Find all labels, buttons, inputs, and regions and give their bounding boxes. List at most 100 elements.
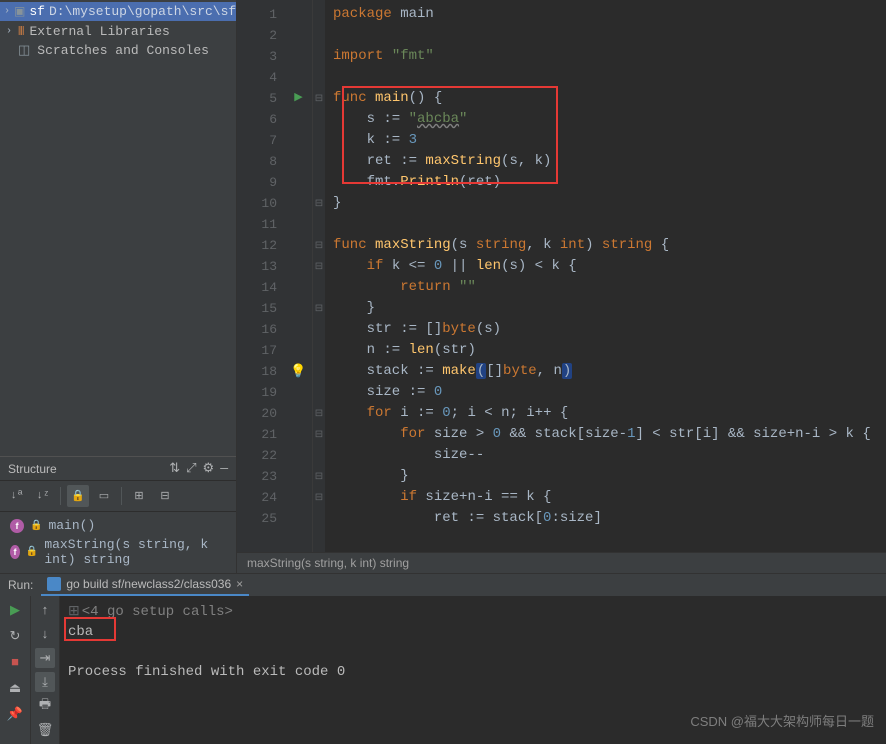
function-icon: f [10,545,20,559]
editor-panel: 1234567891011121314151617181920212223242… [237,0,886,573]
code-line[interactable]: n := len(str) [333,340,886,361]
external-libraries[interactable]: › External Libraries [0,21,236,41]
print-button[interactable]: 🖶 [35,696,55,716]
console-line: ⊞<4 go setup calls> [68,602,878,622]
watermark: CSDN @福大大架构师每日一题 [690,711,874,730]
code-line[interactable]: ret := maxString(s, k) [333,151,886,172]
close-icon[interactable]: × [236,577,243,591]
code-line[interactable]: ret := stack[0:size] [333,508,886,529]
code-line[interactable]: stack := make([]byte, n) [333,361,886,382]
code-line[interactable]: } [333,193,886,214]
fold-icon[interactable]: ⊟ [313,235,325,256]
struct-label: main() [48,518,95,533]
run-toolbar-left: ▶ ↻ ■ ⏏ 📌 [0,596,30,744]
code-line[interactable]: s := "abcba" [333,109,886,130]
console-line: cba [68,622,878,642]
code-line[interactable]: func maxString(s string, k int) string { [333,235,886,256]
run-gutter-icon[interactable]: ▶ [294,88,302,109]
project-tree[interactable]: › ▣ sf D:\mysetup\gopath\src\sf › Extern… [0,0,236,62]
code-line[interactable]: for size > 0 && stack[size-1] < str[i] &… [333,424,886,445]
console-line: Process finished with exit code 0 [68,662,878,682]
gutter-icons: ▶💡 [285,0,313,552]
fold-icon[interactable]: ⊟ [313,466,325,487]
code-line[interactable]: import "fmt" [333,46,886,67]
fold-icon[interactable]: ⊟ [313,424,325,445]
scratch-icon [18,43,33,58]
struct-label: maxString(s string, k int) string [44,537,226,567]
code-line[interactable]: package main [333,4,886,25]
sort-alpha-icon[interactable]: ↓ª [6,485,28,507]
soft-wrap-button[interactable]: ⇥ [35,648,55,668]
code-line[interactable]: k := 3 [333,130,886,151]
code-line[interactable]: size := 0 [333,382,886,403]
scratches[interactable]: Scratches and Consoles [0,41,236,60]
console-line [68,642,878,662]
chevron-right-icon: › [4,26,14,37]
function-icon: f [10,519,24,533]
exit-button[interactable]: ⏏ [5,678,25,698]
editor-body[interactable]: 1234567891011121314151617181920212223242… [237,0,886,552]
code-line[interactable]: return "" [333,277,886,298]
code-line[interactable]: if size+n-i == k { [333,487,886,508]
code-line[interactable] [333,25,886,46]
structure-header: Structure ⇅ ⤢ ⚙ — [0,457,236,480]
run-tab[interactable]: go build sf/newclass2/class036 × [41,574,249,596]
sort-visibility-icon[interactable]: ↓ᶻ [32,485,54,507]
library-icon [18,23,25,39]
structure-toolbar: ↓ª ↓ᶻ 🔒 ▭ ⊞ ⊟ [0,480,236,512]
fold-icon[interactable]: ⊟ [313,193,325,214]
code-line[interactable]: size-- [333,445,886,466]
folder-filter-icon[interactable]: ▭ [93,485,115,507]
project-root-path: D:\mysetup\gopath\src\sf [49,4,236,19]
gear-icon[interactable]: ⚙ [203,461,215,476]
left-panel: › ▣ sf D:\mysetup\gopath\src\sf › Extern… [0,0,237,573]
lock-icon: 🔒 [30,520,42,532]
code-line[interactable]: for i := 0; i < n; i++ { [333,403,886,424]
expand-icon[interactable]: ⤢ [186,461,196,476]
pin-button[interactable]: 📌 [5,704,25,724]
chevron-right-icon: › [4,6,10,17]
down-button[interactable]: ↓ [35,624,55,644]
lock-icon: 🔒 [26,546,38,558]
expand-all-icon[interactable]: ⊞ [128,485,150,507]
code-line[interactable]: fmt.Println(ret) [333,172,886,193]
scroll-end-button[interactable]: ⤓ [35,672,55,692]
project-root[interactable]: › ▣ sf D:\mysetup\gopath\src\sf [0,2,236,21]
fold-icon[interactable]: ⊟ [313,256,325,277]
breadcrumb[interactable]: maxString(s string, k int) string [237,552,886,573]
minimize-icon[interactable]: — [220,461,228,476]
code-line[interactable]: str := []byte(s) [333,319,886,340]
code-line[interactable]: if k <= 0 || len(s) < k { [333,256,886,277]
structure-title: Structure [8,462,163,476]
code-line[interactable] [333,67,886,88]
code-area[interactable]: package main import "fmt" func main() { s … [325,0,886,552]
structure-list[interactable]: f 🔒 main() f 🔒 maxString(s string, k int… [0,512,236,573]
code-line[interactable] [333,214,886,235]
folder-icon: ▣ [14,4,25,19]
code-line[interactable]: } [333,298,886,319]
run-label: Run: [8,578,33,592]
rerun-button[interactable]: ↻ [5,626,25,646]
run-button[interactable]: ▶ [5,600,25,620]
up-button[interactable]: ↑ [35,600,55,620]
sort-icon[interactable]: ⇅ [169,461,180,476]
fold-column[interactable]: ⊟⊟⊟⊟⊟⊟⊟⊟⊟ [313,0,325,552]
lock-filter-icon[interactable]: 🔒 [67,485,89,507]
go-build-icon [47,577,61,591]
run-tabbar: Run: go build sf/newclass2/class036 × [0,574,886,596]
fold-icon[interactable]: ⊟ [313,298,325,319]
code-line[interactable]: } [333,466,886,487]
fold-icon[interactable]: ⊟ [313,487,325,508]
intention-bulb-icon[interactable]: 💡 [290,361,306,382]
run-tab-label: go build sf/newclass2/class036 [66,577,231,591]
gutter[interactable]: 1234567891011121314151617181920212223242… [237,0,285,552]
fold-icon[interactable]: ⊟ [313,403,325,424]
fold-icon[interactable]: ⊟ [313,88,325,109]
code-line[interactable]: func main() { [333,88,886,109]
stop-button[interactable]: ■ [5,652,25,672]
run-toolbar-right: ↑ ↓ ⇥ ⤓ 🖶 🗑 [30,596,60,744]
collapse-all-icon[interactable]: ⊟ [154,485,176,507]
struct-item-maxstring[interactable]: f 🔒 maxString(s string, k int) string [0,535,236,569]
struct-item-main[interactable]: f 🔒 main() [0,516,236,535]
clear-button[interactable]: 🗑 [35,720,55,740]
